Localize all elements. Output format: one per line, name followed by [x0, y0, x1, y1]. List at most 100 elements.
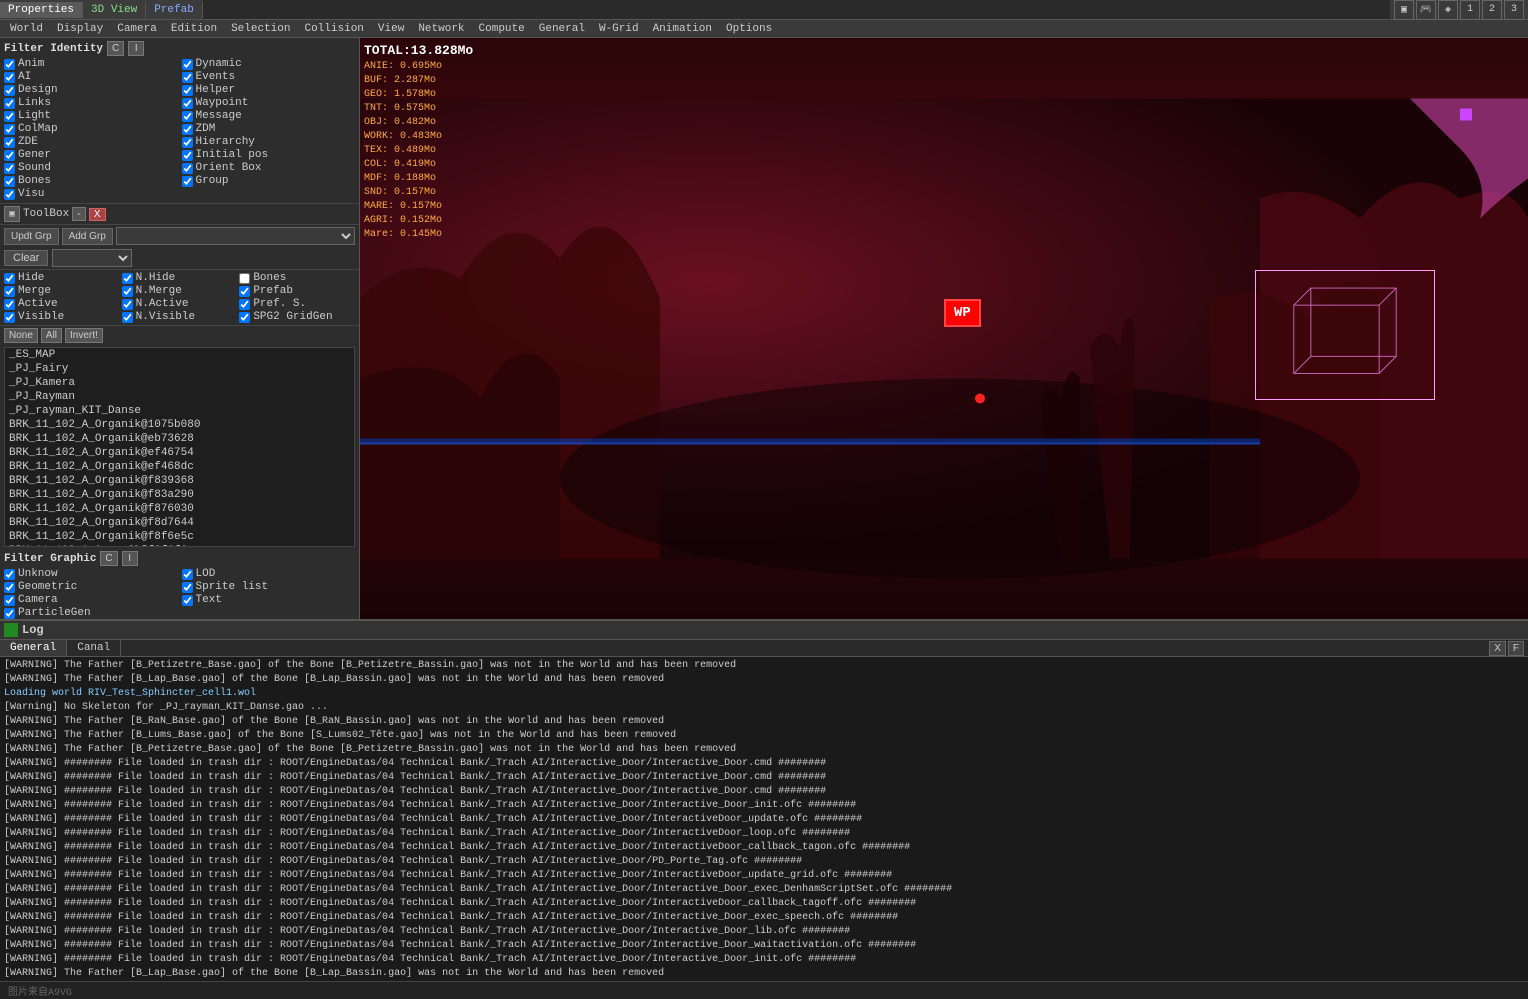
check-gener[interactable]: Gener: [4, 149, 178, 161]
options-dropdown[interactable]: [52, 249, 132, 267]
check-prefs[interactable]: Pref. S.: [239, 298, 355, 310]
check-anim[interactable]: Anim: [4, 58, 178, 70]
list-item-brk3[interactable]: BRK_11_102_A_Organik@ef46754: [5, 446, 354, 460]
check-camera[interactable]: Camera: [4, 594, 178, 606]
scene-svg: [360, 38, 1528, 619]
menu-wgrid[interactable]: W-Grid: [593, 22, 645, 36]
check-ai[interactable]: AI: [4, 71, 178, 83]
check-spritelist[interactable]: Sprite list: [182, 581, 356, 593]
tab-properties[interactable]: Properties: [0, 2, 83, 18]
toolbar-icon-1[interactable]: ▣: [1394, 0, 1414, 20]
toolbar-icon-6[interactable]: 3: [1504, 0, 1524, 20]
list-item-brk10[interactable]: BRK_11_102_A_Organik@f8f6f6c: [5, 544, 354, 547]
check-geometric[interactable]: Geometric: [4, 581, 178, 593]
menu-world[interactable]: World: [4, 22, 49, 36]
check-group[interactable]: Group: [182, 175, 356, 187]
toolbar-icon-3[interactable]: ◈: [1438, 0, 1458, 20]
none-btn[interactable]: None: [4, 328, 38, 343]
check-initialpos[interactable]: Initial pos: [182, 149, 356, 161]
log-tab-general[interactable]: General: [0, 640, 67, 656]
check-helper[interactable]: Helper: [182, 84, 356, 96]
viewport[interactable]: TOTAL:13.828Mo ANIE: 0.695Mo BUF: 2.287M…: [360, 38, 1528, 619]
list-item-brk9[interactable]: BRK_11_102_A_Organik@f8f6e5c: [5, 530, 354, 544]
list-item-brk8[interactable]: BRK_11_102_A_Organik@f8d7644: [5, 516, 354, 530]
menu-selection[interactable]: Selection: [225, 22, 296, 36]
menu-general[interactable]: General: [533, 22, 591, 36]
check-active[interactable]: Active: [4, 298, 120, 310]
toolbar-icon-5[interactable]: 2: [1482, 0, 1502, 20]
updt-grp-btn[interactable]: Updt Grp: [4, 228, 59, 245]
menu-camera[interactable]: Camera: [111, 22, 163, 36]
list-item-esmap[interactable]: _ES_MAP: [5, 348, 354, 362]
clear-btn[interactable]: Clear: [4, 250, 48, 266]
list-item-brk6[interactable]: BRK_11_102_A_Organik@f83a290: [5, 488, 354, 502]
check-links[interactable]: Links: [4, 97, 178, 109]
list-item-pjkamera[interactable]: _PJ_Kamera: [5, 376, 354, 390]
list-item-pjraymankitdanse[interactable]: _PJ_rayman_KIT_Danse: [5, 404, 354, 418]
list-item-brk2[interactable]: BRK_11_102_A_Organik@eb73628: [5, 432, 354, 446]
toolbar-icon-2[interactable]: 🎮: [1416, 0, 1436, 20]
filter-identity-c-btn[interactable]: C: [107, 41, 124, 56]
filter-identity-i-btn[interactable]: I: [128, 41, 144, 56]
check-visu[interactable]: Visu: [4, 188, 178, 200]
menu-animation[interactable]: Animation: [647, 22, 718, 36]
list-item-brk5[interactable]: BRK_11_102_A_Organik@f839368: [5, 474, 354, 488]
list-item-brk1[interactable]: BRK_11_102_A_Organik@1075b080: [5, 418, 354, 432]
group-select[interactable]: [116, 227, 355, 245]
filter-graphic-i-btn[interactable]: I: [122, 551, 138, 566]
list-item-brk4[interactable]: BRK_11_102_A_Organik@ef468dc: [5, 460, 354, 474]
check-colmap[interactable]: ColMap: [4, 123, 178, 135]
invert-btn[interactable]: Invert!: [65, 328, 103, 343]
check-nmerge[interactable]: N.Merge: [122, 285, 238, 297]
list-item-brk7[interactable]: BRK_11_102_A_Organik@f876030: [5, 502, 354, 516]
menu-display[interactable]: Display: [51, 22, 109, 36]
filter-identity-label: Filter Identity: [4, 43, 103, 55]
check-merge[interactable]: Merge: [4, 285, 120, 297]
menu-edition[interactable]: Edition: [165, 22, 223, 36]
check-design[interactable]: Design: [4, 84, 178, 96]
menu-options[interactable]: Options: [720, 22, 778, 36]
check-text[interactable]: Text: [182, 594, 356, 606]
check-nvisible[interactable]: N.Visible: [122, 311, 238, 323]
menu-network[interactable]: Network: [412, 22, 470, 36]
all-btn[interactable]: All: [41, 328, 62, 343]
list-item-pjfairy[interactable]: _PJ_Fairy: [5, 362, 354, 376]
menu-collision[interactable]: Collision: [298, 22, 369, 36]
objects-list[interactable]: _ES_MAP _PJ_Fairy _PJ_Kamera _PJ_Rayman …: [4, 347, 355, 547]
check-spg2[interactable]: SPG2 GridGen: [239, 311, 355, 323]
toolbar-icon-4[interactable]: 1: [1460, 0, 1480, 20]
check-zde[interactable]: ZDE: [4, 136, 178, 148]
toolbox-minus-btn[interactable]: -: [72, 207, 86, 221]
log-x-btn[interactable]: X: [1489, 641, 1506, 656]
check-orientbox[interactable]: Orient Box: [182, 162, 356, 174]
check-prefab[interactable]: Prefab: [239, 285, 355, 297]
check-nactive[interactable]: N.Active: [122, 298, 238, 310]
check-light[interactable]: Light: [4, 110, 178, 122]
check-visible[interactable]: Visible: [4, 311, 120, 323]
tab-prefab[interactable]: Prefab: [146, 2, 203, 18]
check-particlegen[interactable]: ParticleGen: [4, 607, 178, 619]
check-unknow[interactable]: Unknow: [4, 568, 178, 580]
filter-graphic-c-btn[interactable]: C: [100, 551, 117, 566]
log-f-btn[interactable]: F: [1508, 641, 1524, 656]
check-nhide[interactable]: N.Hide: [122, 272, 238, 284]
check-zdm[interactable]: ZDM: [182, 123, 356, 135]
check-hide[interactable]: Hide: [4, 272, 120, 284]
check-events[interactable]: Events: [182, 71, 356, 83]
check-message[interactable]: Message: [182, 110, 356, 122]
log-tab-canal[interactable]: Canal: [67, 640, 121, 656]
check-bones-vis[interactable]: Bones: [239, 272, 355, 284]
check-waypoint[interactable]: Waypoint: [182, 97, 356, 109]
toolbox-x-btn[interactable]: X: [89, 208, 106, 221]
check-bones[interactable]: Bones: [4, 175, 178, 187]
check-dynamic[interactable]: Dynamic: [182, 58, 356, 70]
menu-view[interactable]: View: [372, 22, 410, 36]
menu-compute[interactable]: Compute: [473, 22, 531, 36]
check-lod[interactable]: LOD: [182, 568, 356, 580]
check-sound[interactable]: Sound: [4, 162, 178, 174]
check-hierarchy[interactable]: Hierarchy: [182, 136, 356, 148]
list-item-pjrayman[interactable]: _PJ_Rayman: [5, 390, 354, 404]
log-content[interactable]: [WARNING] The Father [B_Petizetre_Base.g…: [0, 657, 1528, 999]
tab-3dview[interactable]: 3D View: [83, 2, 146, 18]
add-grp-btn[interactable]: Add Grp: [62, 228, 113, 245]
